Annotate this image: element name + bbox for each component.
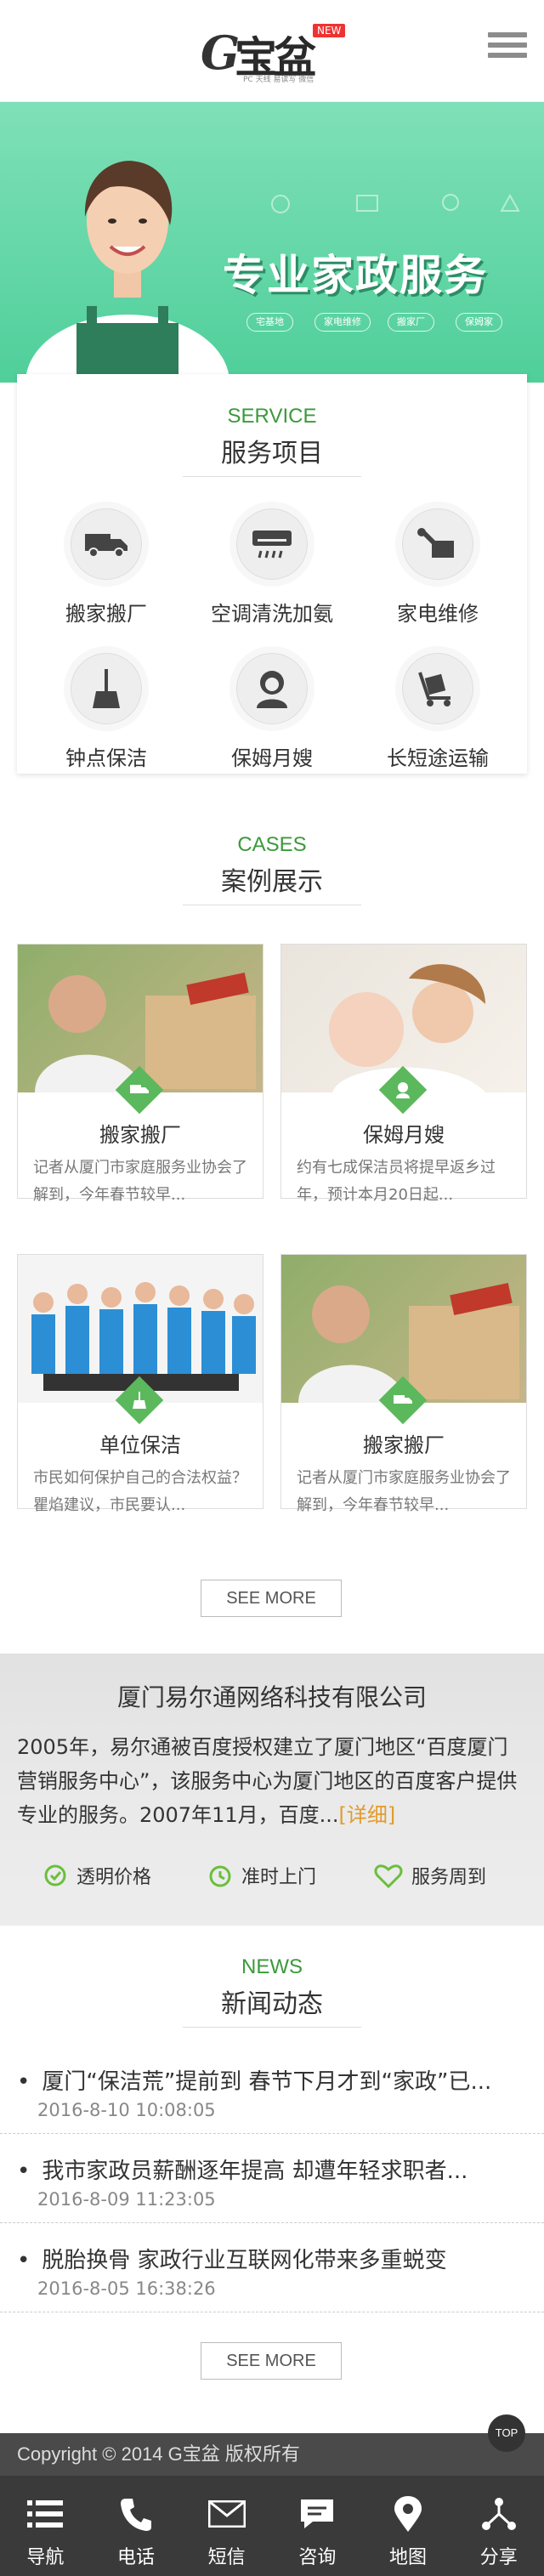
banner-tag-1[interactable]: 宅基地 — [246, 313, 293, 332]
trolley-icon — [395, 646, 480, 731]
nav-label: 地图 — [389, 2547, 428, 2568]
case-title: 保姆月嫂 — [363, 1123, 445, 1147]
logo-new-badge: NEW — [313, 24, 346, 37]
news-see-more-button[interactable]: SEE MORE — [201, 2342, 342, 2380]
map-pin-icon — [363, 2496, 454, 2532]
service-item-moving[interactable]: 搬家搬厂 — [26, 502, 187, 627]
cases-en-title: CASES — [237, 833, 307, 856]
about-title: 厦门易尔通网络科技有限公司 — [116, 1683, 427, 1711]
case-desc: 约有七成保洁员将提早返乡过年，预计本月20日起... — [297, 1159, 496, 1204]
case-title: 搬家搬厂 — [363, 1433, 445, 1457]
feature-price: 透明价格 — [42, 1862, 151, 1889]
nav-item-sms[interactable]: 短信 — [181, 2476, 272, 2576]
cases-see-more-button[interactable]: SEE MORE — [201, 1580, 342, 1617]
case-title: 单位保洁 — [99, 1433, 181, 1457]
news-item[interactable]: 我市家政员薪酬逐年提高 却遭年轻求职者... 2016-8-09 11:23:0… — [0, 2138, 544, 2223]
banner-tag-4[interactable]: 保姆家 — [456, 313, 502, 332]
services-heading: SERVICE 服务项目 — [17, 374, 527, 477]
air-conditioner-icon — [230, 502, 314, 587]
phone-icon — [91, 2496, 182, 2532]
case-desc: 记者从厦门市家庭服务业协会了解到，今年春节较早... — [297, 1469, 511, 1514]
mail-icon — [181, 2496, 272, 2532]
service-label: 钟点保洁 — [65, 746, 147, 770]
menu-icon — [0, 2496, 91, 2532]
case-card[interactable]: 搬家搬厂 记者从厦门市家庭服务业协会了解到，今年春节较早... — [17, 944, 264, 1204]
about-text: 2005年，易尔通被百度授权建立了厦门地区“百度厦门营销服务中心”，该服务中心为… — [17, 1735, 518, 1827]
service-item-nanny[interactable]: 保姆月嫂 — [191, 646, 353, 771]
services-cn-title: 服务项目 — [221, 439, 323, 468]
heart-icon — [374, 1864, 403, 1888]
nav-item-menu[interactable]: 导航 — [0, 2476, 91, 2576]
news-title: 厦门“保洁荒”提前到 春节下月才到“家政”已... — [17, 2064, 527, 2096]
service-label: 家电维修 — [397, 602, 479, 626]
case-card[interactable]: 搬家搬厂 记者从厦门市家庭服务业协会了解到，今年春节较早... — [280, 1254, 527, 1514]
about-section: 厦门易尔通网络科技有限公司 2005年，易尔通被百度授权建立了厦门地区“百度厦门… — [0, 1654, 544, 1926]
news-date: 2016-8-09 11:23:05 — [37, 2189, 216, 2210]
service-label: 保姆月嫂 — [231, 746, 313, 770]
case-desc: 记者从厦门市家庭服务业协会了解到，今年春节较早... — [33, 1159, 247, 1204]
hero-banner: 专业家政服务 宅基地 家电维修 搬家厂 保姆家 — [0, 102, 544, 383]
news-item[interactable]: 厦门“保洁荒”提前到 春节下月才到“家政”已... 2016-8-10 10:0… — [0, 2049, 544, 2134]
repair-icon — [395, 502, 480, 587]
services-section: SERVICE 服务项目 搬家搬厂 空调清洗加氨 家电维修 钟点保洁 保姆月嫂 … — [17, 374, 527, 774]
news-heading: NEWS 新闻动态 — [0, 1955, 544, 2028]
news-date: 2016-8-10 10:08:05 — [37, 2100, 216, 2120]
hero-woman-image — [26, 161, 230, 383]
news-cn-title: 新闻动态 — [221, 1989, 323, 2019]
bottom-nav: 导航 电话 短信 咨询 地图 分享 — [0, 2476, 544, 2576]
case-card[interactable]: 保姆月嫂 约有七成保洁员将提早返乡过年，预计本月20日起... — [280, 944, 527, 1204]
share-icon — [453, 2496, 544, 2532]
divider — [183, 476, 361, 477]
news-en-title: NEWS — [241, 1955, 303, 1978]
menu-icon[interactable] — [488, 32, 527, 66]
feature-service: 服务周到 — [374, 1862, 486, 1889]
divider — [183, 2027, 361, 2028]
banner-title: 专业家政服务 — [223, 251, 488, 300]
banner-tag-2[interactable]: 家电维修 — [314, 313, 371, 332]
service-label: 搬家搬厂 — [65, 602, 147, 626]
nav-label: 导航 — [26, 2547, 65, 2568]
service-item-transport[interactable]: 长短途运输 — [357, 646, 518, 771]
service-item-cleaning[interactable]: 钟点保洁 — [26, 646, 187, 771]
services-en-title: SERVICE — [227, 405, 317, 428]
chat-icon — [272, 2496, 363, 2532]
logo-tagline: PC 天线 易读写 微信 — [243, 76, 314, 84]
news-title: 我市家政员薪酬逐年提高 却遭年轻求职者... — [17, 2153, 527, 2185]
nav-label: 咨询 — [298, 2547, 337, 2568]
news-title: 脱胎换骨 家政行业互联网化带来多重蜕变 — [17, 2243, 527, 2274]
nav-label: 短信 — [207, 2547, 246, 2568]
service-item-repair[interactable]: 家电维修 — [357, 502, 518, 627]
case-card[interactable]: 单位保洁 市民如何保护自己的合法权益？瞿焰建议，市民要认... — [17, 1254, 264, 1514]
cases-cn-title: 案例展示 — [221, 867, 323, 897]
banner-tag-3[interactable]: 搬家厂 — [388, 313, 434, 332]
logo[interactable]: G 宝盆 NEW PC 天线 易读写 微信 — [201, 20, 346, 85]
cases-heading: CASES 案例展示 — [0, 833, 544, 905]
broom-icon — [64, 646, 149, 731]
service-label: 长短途运输 — [387, 746, 489, 770]
banner-decoration — [271, 193, 520, 213]
clock-icon — [209, 1865, 231, 1887]
nav-label: 电话 — [117, 2547, 156, 2568]
news-item[interactable]: 脱胎换骨 家政行业互联网化带来多重蜕变 2016-8-05 16:38:26 — [0, 2227, 544, 2312]
header: G 宝盆 NEW PC 天线 易读写 微信 — [0, 0, 544, 102]
news-date: 2016-8-05 16:38:26 — [37, 2278, 216, 2299]
about-more-link[interactable]: [详细] — [339, 1803, 396, 1827]
nav-item-share[interactable]: 分享 — [453, 2476, 544, 2576]
feature-ontime: 准时上门 — [207, 1862, 316, 1889]
nav-item-map[interactable]: 地图 — [363, 2476, 454, 2576]
service-label: 空调清洗加氨 — [211, 602, 333, 626]
case-desc: 市民如何保护自己的合法权益？瞿焰建议，市民要认... — [33, 1469, 247, 1514]
service-item-aircon[interactable]: 空调清洗加氨 — [191, 502, 353, 627]
nav-item-consult[interactable]: 咨询 — [272, 2476, 363, 2576]
nav-label: 分享 — [479, 2547, 518, 2568]
truck-icon — [64, 502, 149, 587]
nav-item-phone[interactable]: 电话 — [91, 2476, 182, 2576]
case-title: 搬家搬厂 — [99, 1123, 181, 1147]
nanny-icon — [230, 646, 314, 731]
copyright: Copyright © 2014 G宝盆 版权所有 — [0, 2433, 544, 2476]
badge-icon — [44, 1864, 66, 1887]
back-to-top-button[interactable]: TOP — [488, 2414, 525, 2452]
